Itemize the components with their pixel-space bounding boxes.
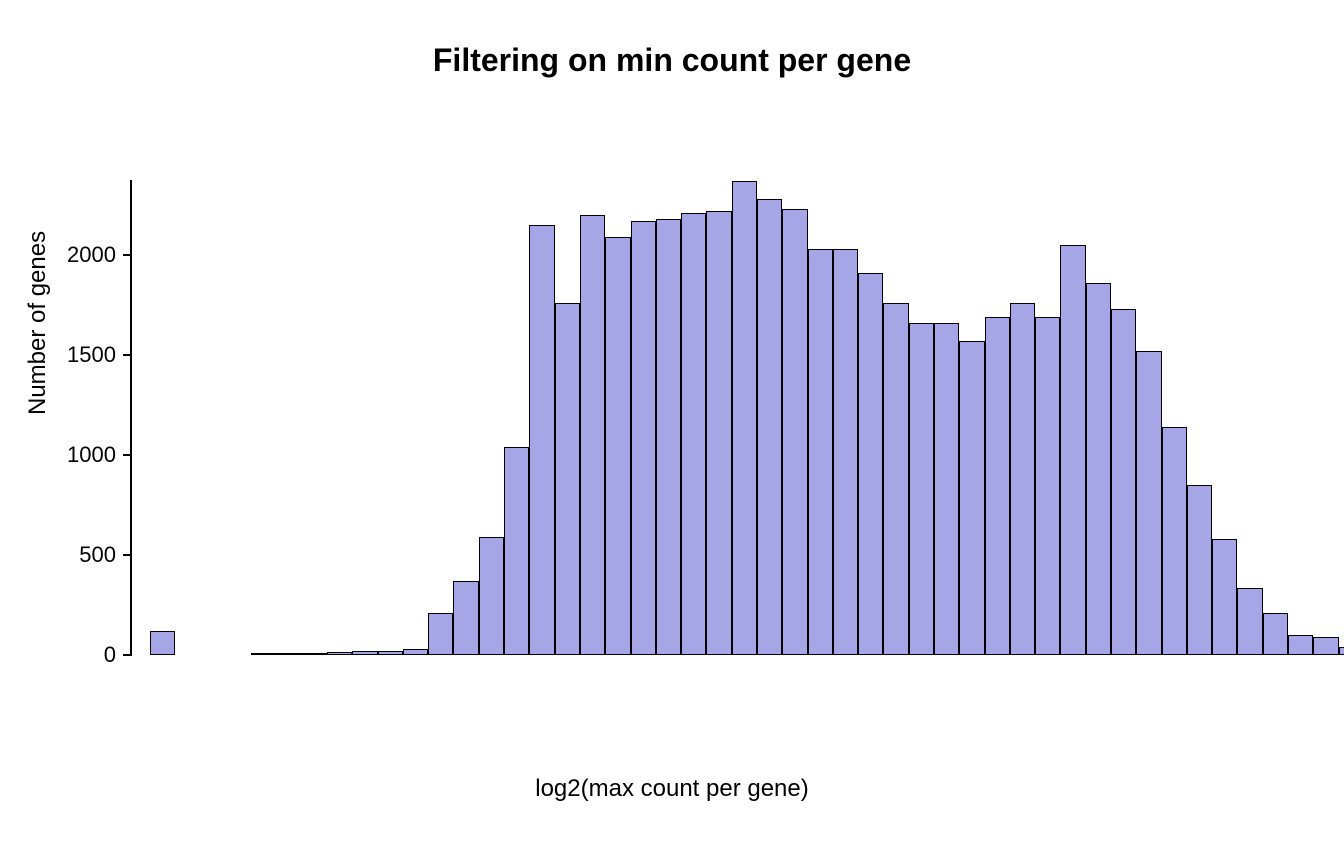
histogram-bar — [1187, 485, 1212, 655]
histogram-bar — [706, 211, 731, 655]
histogram-bar — [453, 581, 478, 655]
histogram-bar — [428, 613, 453, 655]
histogram-bar — [833, 249, 858, 655]
y-tick — [123, 654, 132, 656]
y-tick-label: 1500 — [67, 342, 116, 368]
histogram-bar — [1263, 613, 1288, 655]
histogram-bar — [1086, 283, 1111, 655]
histogram-bar — [302, 653, 327, 655]
histogram-bar — [959, 341, 984, 655]
histogram-bar — [934, 323, 959, 655]
histogram-bar — [150, 631, 175, 655]
histogram-bar — [782, 209, 807, 655]
histogram-bar — [1060, 245, 1085, 655]
histogram-bar — [378, 651, 403, 655]
histogram-bar — [1162, 427, 1187, 655]
y-tick — [123, 454, 132, 456]
y-tick-label: 2000 — [67, 242, 116, 268]
histogram-bar — [276, 653, 301, 655]
plot-area — [150, 175, 1270, 655]
histogram-bar — [555, 303, 580, 655]
histogram-bar — [1288, 635, 1313, 655]
histogram-bar — [403, 649, 428, 655]
x-axis-label: log2(max count per gene) — [0, 775, 1344, 803]
histogram-bar — [631, 221, 656, 655]
histogram-bar — [251, 653, 276, 655]
histogram-bar — [605, 237, 630, 655]
histogram-bar — [529, 225, 554, 655]
y-tick — [123, 354, 132, 356]
histogram-bar — [1313, 637, 1338, 655]
chart-title: Filtering on min count per gene — [0, 42, 1344, 79]
histogram-bars — [150, 175, 1270, 655]
histogram-bar — [808, 249, 833, 655]
histogram-bar — [858, 273, 883, 655]
histogram-bar — [479, 537, 504, 655]
y-tick — [123, 554, 132, 556]
histogram-bar — [580, 215, 605, 655]
histogram-bar — [1339, 647, 1344, 655]
histogram-bar — [909, 323, 934, 655]
y-tick — [123, 254, 132, 256]
histogram-bar — [656, 219, 681, 655]
histogram-bar — [1237, 588, 1262, 655]
histogram-bar — [1111, 309, 1136, 655]
histogram-bar — [1136, 351, 1161, 655]
histogram-bar — [1035, 317, 1060, 655]
histogram-bar — [352, 651, 377, 655]
histogram-bar — [1212, 539, 1237, 655]
y-axis-label: Number of genes — [24, 231, 52, 415]
histogram-bar — [681, 213, 706, 655]
histogram-bar — [504, 447, 529, 655]
y-tick-label: 500 — [79, 542, 116, 568]
y-axis-line — [130, 180, 132, 655]
y-tick-label: 1000 — [67, 442, 116, 468]
histogram-bar — [1010, 303, 1035, 655]
histogram-bar — [732, 181, 757, 655]
histogram-bar — [985, 317, 1010, 655]
histogram-bar — [757, 199, 782, 655]
y-tick-label: 0 — [104, 642, 116, 668]
histogram-bar — [327, 652, 352, 655]
histogram-bar — [883, 303, 908, 655]
